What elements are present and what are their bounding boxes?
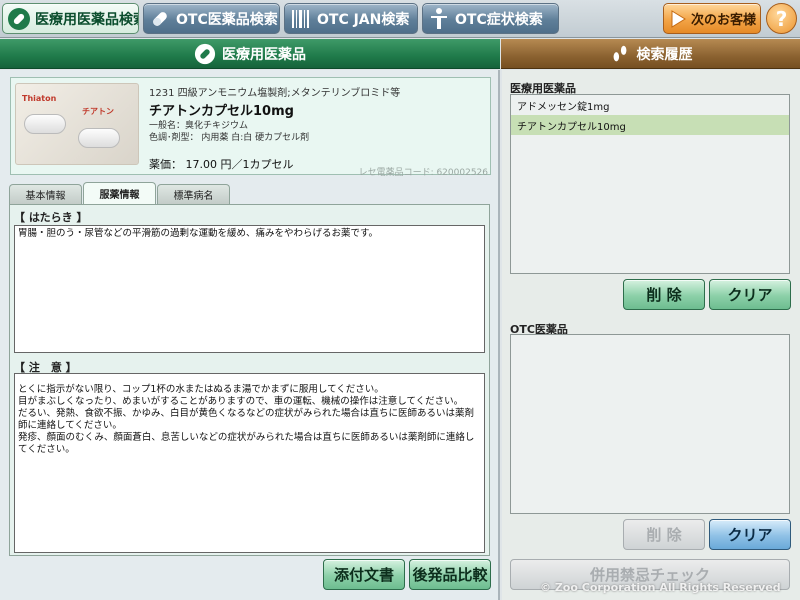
tab-rx-search-label: 医療用医薬品検索 [35,11,139,28]
list-item[interactable]: チアトンカプセル10mg [511,115,789,135]
tab-standard-disease[interactable]: 標準病名 [157,184,230,204]
rx-history-list[interactable]: アドメッセン錠1mg チアトンカプセル10mg [510,94,790,274]
help-icon: ? [775,6,788,31]
tab-basic-info-label: 基本情報 [25,191,66,202]
drug-form: 色調･剤型： 内用薬 白:白 硬カプセル剤 [149,133,310,143]
action-label: 【 はたらき 】 [14,211,88,224]
tab-otc-jan-search-label: OTC JAN検索 [317,11,410,28]
rx-section-title: 医療用医薬品 [222,46,306,63]
tab-medication-info[interactable]: 服薬情報 [83,182,156,204]
tab-medication-info-label: 服薬情報 [99,190,140,201]
drug-summary-card: Thiaton チアトン 1231 四級アンモニウム塩製剤;メタンテリンブロミド… [10,77,491,178]
person-icon [431,7,447,29]
drug-package-image: Thiaton チアトン [15,83,139,165]
tab-otc-search[interactable]: OTC医薬品検索 [143,3,280,34]
tab-otc-search-label: OTC医薬品検索 [176,11,278,28]
capsule-icon [153,11,167,26]
search-history-panel: 医療用医薬品 アドメッセン錠1mg チアトンカプセル10mg 削 除 クリア O… [502,70,800,600]
list-item-label: アドメッセン錠1mg [517,101,610,113]
generic-compare-label: 後発品比較 [412,566,488,584]
list-item-label: チアトンカプセル10mg [517,121,626,133]
tab-rx-search[interactable]: 医療用医薬品検索 [2,3,139,34]
pill-icon [8,7,30,30]
attachment-document-button[interactable]: 添付文書 [323,559,405,590]
drug-detail-panel: Thiaton チアトン 1231 四級アンモニウム塩製剤;メタンテリンブロミド… [0,70,500,600]
drug-price: 薬価： 17.00 円／1カプセル [149,158,294,171]
rx-history-delete-button[interactable]: 削 除 [623,279,705,310]
drug-receipt-code: レセ電薬品コード: 620002526 [358,168,488,178]
history-section-header: 検索履歴 [501,39,800,69]
otc-history-clear-label: クリア [727,526,773,544]
caution-textbox[interactable]: とくに指示がない限り、コップ1杯の水またはぬるま湯でかまずに服用してください。 … [14,373,485,553]
help-button[interactable]: ? [766,3,797,34]
rx-history-clear-label: クリア [727,286,773,304]
medication-info-body: 【 はたらき 】 胃腸・胆のう・尿管などの平滑筋の過剰な運動を緩め、痛みをやわら… [9,204,490,556]
next-customer-button[interactable]: 次のお客様 [663,3,761,34]
tab-otc-jan-search[interactable]: OTC JAN検索 [284,3,418,34]
tab-basic-info[interactable]: 基本情報 [9,184,82,204]
tab-otc-symptom-search[interactable]: OTC症状検索 [422,3,559,34]
drug-name: チアトンカプセル10mg [149,104,294,119]
otc-history-delete-label: 削 除 [646,526,682,544]
attachment-document-label: 添付文書 [333,566,394,584]
rx-section-header: 医療用医薬品 [0,39,500,69]
generic-compare-button[interactable]: 後発品比較 [409,559,491,590]
history-section-title: 検索履歴 [636,46,693,63]
copyright-text: © Zoo Corporation All Rights Reserved [540,581,781,594]
otc-history-delete-button[interactable]: 削 除 [623,519,705,550]
top-toolbar: 医療用医薬品検索 OTC医薬品検索 OTC JAN検索 OTC症状検索 次のお客… [0,0,800,38]
list-item[interactable]: アドメッセン錠1mg [511,95,789,115]
rx-history-delete-label: 削 除 [646,286,682,304]
barcode-icon [292,9,309,28]
rx-history-clear-button[interactable]: クリア [709,279,791,310]
drug-ingredient-line: 1231 四級アンモニウム塩製剤;メタンテリンブロミド等 [149,88,401,99]
action-textbox[interactable]: 胃腸・胆のう・尿管などの平滑筋の過剰な運動を緩め、痛みをやわらげるお薬です。 [14,225,485,353]
footprints-icon [613,45,626,61]
otc-history-list[interactable] [510,334,790,514]
play-arrow-icon [671,9,686,28]
otc-history-clear-button[interactable]: クリア [709,519,791,550]
next-customer-label: 次のお客様 [691,13,757,28]
tab-standard-disease-label: 標準病名 [173,191,214,202]
pill-icon [194,43,216,64]
tab-otc-symptom-search-label: OTC症状検索 [455,11,543,28]
detail-tabs: 基本情報 服薬情報 標準病名 [9,182,231,204]
